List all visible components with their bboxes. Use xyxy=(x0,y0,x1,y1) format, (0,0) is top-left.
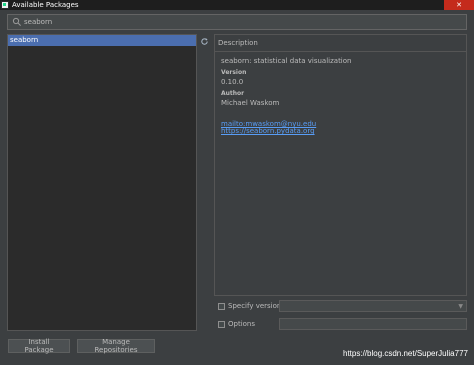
description-header: Description xyxy=(215,35,466,52)
version-value: 0.10.0 xyxy=(221,78,244,86)
options-checkbox[interactable] xyxy=(218,320,225,328)
refresh-icon xyxy=(200,37,208,45)
watermark: https://blog.csdn.net/SuperJulia777 xyxy=(343,349,468,358)
package-summary: seaborn: statistical data visualization xyxy=(221,57,352,65)
description-body: seaborn: statistical data visualization … xyxy=(221,53,462,291)
close-button[interactable]: ✕ xyxy=(444,0,474,10)
install-package-button[interactable]: Install Package xyxy=(8,338,70,354)
description-panel: Description seaborn: statistical data vi… xyxy=(214,34,467,296)
refresh-button[interactable] xyxy=(199,36,209,46)
specify-version-row: Specify version xyxy=(218,300,281,312)
title-bar: Available Packages ✕ xyxy=(0,0,474,10)
specify-version-checkbox[interactable] xyxy=(218,302,225,310)
list-item-seaborn[interactable]: seaborn xyxy=(8,35,196,46)
specify-version-label: Specify version xyxy=(228,302,282,310)
manage-repositories-button[interactable]: Manage Repositories xyxy=(77,338,155,354)
author-label: Author xyxy=(221,90,245,97)
search-bar[interactable] xyxy=(7,14,467,30)
homepage-link[interactable]: https://seaborn.pydata.org xyxy=(221,128,462,135)
options-input[interactable] xyxy=(279,318,467,330)
search-input[interactable] xyxy=(24,18,444,26)
window-title: Available Packages xyxy=(12,1,79,9)
search-icon xyxy=(12,17,21,26)
package-list[interactable]: seaborn xyxy=(7,34,197,331)
version-label: Version xyxy=(221,69,247,76)
version-select[interactable]: ▼ xyxy=(279,300,467,312)
options-label: Options xyxy=(228,320,256,328)
author-value: Michael Waskom xyxy=(221,99,280,107)
options-row: Options xyxy=(218,318,255,330)
links-block: mailto:mwaskom@nyu.edu https://seaborn.p… xyxy=(221,121,462,135)
list-item-label: seaborn xyxy=(10,36,39,44)
close-icon: ✕ xyxy=(456,1,462,9)
pycharm-icon xyxy=(1,1,9,9)
chevron-down-icon: ▼ xyxy=(458,302,463,310)
